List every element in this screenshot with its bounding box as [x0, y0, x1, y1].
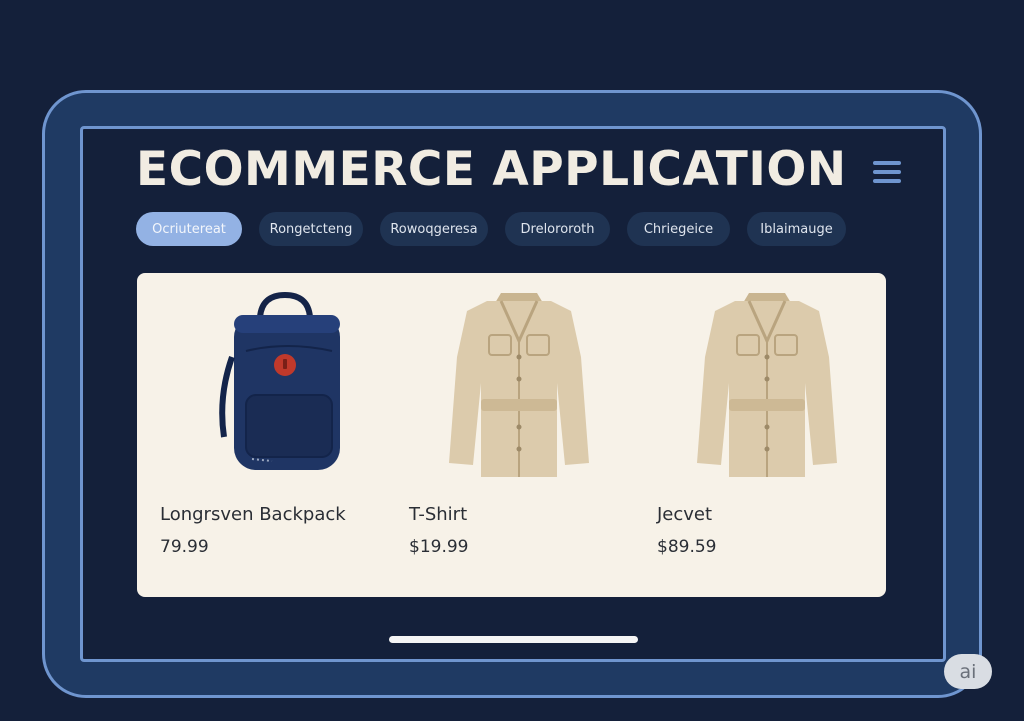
menu-bar: [873, 161, 901, 165]
backpack-image: [219, 291, 340, 470]
tab-1[interactable]: Ocriutereat: [136, 212, 242, 246]
page: ECOMMERCE APPLICATION Ocriutereat Ronget…: [0, 0, 1024, 721]
tab-6[interactable]: Iblaimauge: [747, 212, 846, 246]
product-name: T-Shirt: [409, 504, 468, 525]
hamburger-menu-icon[interactable]: [868, 154, 906, 190]
product-card[interactable]: Longrsven Backpack 79.99: [160, 273, 390, 597]
tab-2[interactable]: Rongetcteng: [259, 212, 363, 246]
home-indicator[interactable]: [389, 636, 638, 643]
ai-badge: ai: [944, 654, 992, 689]
product-name: Longrsven Backpack: [160, 504, 346, 525]
product-grid: Longrsven Backpack 79.99 T-Shirt $19.99: [137, 273, 886, 597]
jacket-image: [697, 293, 837, 477]
product-card[interactable]: Jecvet $89.59: [657, 273, 882, 597]
app-title: ECOMMERCE APPLICATION: [136, 142, 847, 197]
category-tabs: Ocriutereat Rongetcteng Rowoqgeresa Drel…: [136, 212, 863, 246]
menu-bar: [873, 170, 901, 174]
product-name: Jecvet: [657, 504, 713, 525]
product-price: $19.99: [409, 537, 469, 557]
tab-5[interactable]: Chriegeice: [627, 212, 730, 246]
product-price: 79.99: [160, 537, 209, 557]
product-price: $89.59: [657, 537, 717, 557]
shirt-image: [449, 293, 589, 477]
product-card[interactable]: T-Shirt $19.99: [409, 273, 639, 597]
tab-3[interactable]: Rowoqgeresa: [380, 212, 488, 246]
menu-bar: [873, 179, 901, 183]
tab-4[interactable]: Drelororoth: [505, 212, 610, 246]
